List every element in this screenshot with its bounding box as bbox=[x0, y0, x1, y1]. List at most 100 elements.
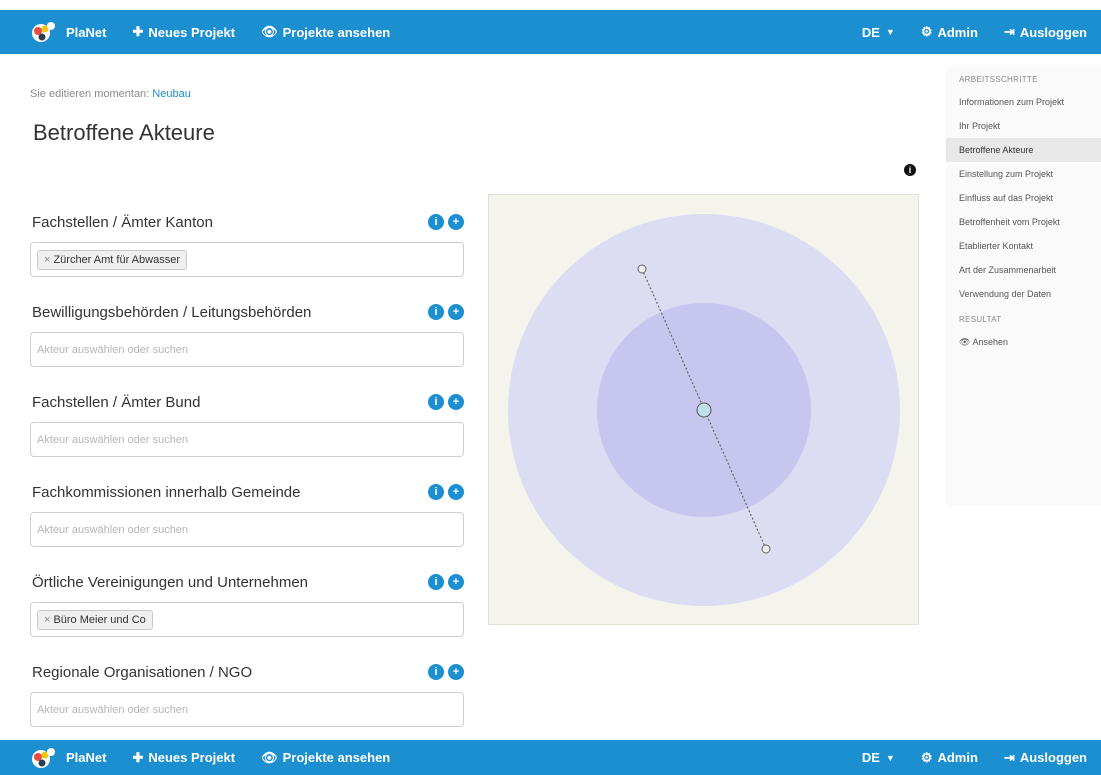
logout-link[interactable]: ⇥ Ausloggen bbox=[1004, 24, 1087, 40]
add-circle-icon[interactable]: + bbox=[448, 214, 464, 230]
sidebar-item[interactable]: Informationen zum Projekt bbox=[946, 90, 1101, 114]
view-projects-link[interactable]: 👁 Projekte ansehen bbox=[261, 750, 390, 766]
select-placeholder: Akteur auswählen oder suchen bbox=[37, 343, 189, 356]
group-actions: i + bbox=[424, 574, 464, 590]
sidebar-item[interactable]: Verwendung der Daten bbox=[946, 282, 1101, 306]
admin-label: Admin bbox=[937, 24, 978, 40]
admin-label: Admin bbox=[937, 750, 978, 765]
plus-icon: ✚ bbox=[132, 24, 144, 39]
brand-name: PlaNet bbox=[66, 24, 107, 40]
navbar-left: PlaNet ✚ Neues Projekt 👁 Projekte ansehe… bbox=[0, 10, 416, 54]
group-actions: i + bbox=[424, 664, 464, 680]
actor-tag[interactable]: × Zürcher Amt für Abwasser bbox=[37, 249, 187, 270]
actor-group: Örtliche Vereinigungen und Unternehmen i… bbox=[30, 564, 464, 654]
logout-icon: ⇥ bbox=[1003, 24, 1015, 39]
new-project-label: Neues Projekt bbox=[148, 24, 236, 40]
sidebar-view-link[interactable]: 👁 Ansehen bbox=[946, 330, 1101, 354]
sidebar-result-heading: RESULTAT bbox=[959, 315, 1002, 324]
language-label: DE bbox=[861, 24, 880, 40]
actor-select[interactable]: × Büro Meier und Co bbox=[30, 602, 464, 637]
add-circle-icon[interactable]: + bbox=[448, 394, 464, 410]
actor-group: Fachkommissionen innerhalb Gemeinde i + … bbox=[30, 474, 464, 564]
sidebar-item[interactable]: Etablierter Kontakt bbox=[946, 234, 1101, 258]
language-dropdown[interactable]: DE ▼ bbox=[862, 750, 895, 765]
add-circle-icon[interactable]: + bbox=[448, 484, 464, 500]
add-circle-icon[interactable]: + bbox=[448, 574, 464, 590]
editing-project-link[interactable]: Neubau bbox=[152, 88, 191, 100]
sidebar-item-active[interactable]: Betroffene Akteure bbox=[946, 138, 1101, 162]
workflow-sidebar: ARBEITSSCHRITTE Informationen zum Projek… bbox=[946, 66, 1101, 506]
add-circle-icon[interactable]: + bbox=[448, 304, 464, 320]
top-navbar: PlaNet ✚ Neues Projekt 👁 Projekte ansehe… bbox=[0, 10, 1101, 54]
group-label: Fachkommissionen innerhalb Gemeinde bbox=[32, 484, 301, 501]
sidebar-item[interactable]: Einstellung zum Projekt bbox=[946, 162, 1101, 186]
group-actions: i + bbox=[424, 484, 464, 500]
brand-link[interactable]: PlaNet bbox=[30, 20, 106, 44]
info-icon[interactable]: i bbox=[428, 484, 444, 500]
language-dropdown[interactable]: DE ▼ bbox=[862, 25, 895, 40]
view-label: Ansehen bbox=[972, 337, 1008, 347]
info-icon[interactable]: i bbox=[428, 304, 444, 320]
group-actions: i + bbox=[424, 304, 464, 320]
info-icon[interactable]: i bbox=[428, 214, 444, 230]
planet-logo-icon bbox=[30, 20, 58, 44]
plus-icon: ✚ bbox=[132, 749, 144, 765]
info-icon[interactable]: i bbox=[428, 664, 444, 680]
info-icon[interactable]: i bbox=[428, 394, 444, 410]
actor-group: Bewilligungsbehörden / Leitungsbehörden … bbox=[30, 294, 464, 384]
navbar-right: DE ▼ ⚙ Admin ⇥ Ausloggen bbox=[836, 10, 1101, 54]
actor-select[interactable]: Akteur auswählen oder suchen bbox=[30, 332, 464, 367]
new-project-link[interactable]: ✚ Neues Projekt bbox=[132, 24, 235, 40]
navbar-right: DE ▼ ⚙ Admin ⇥ Ausloggen bbox=[836, 740, 1101, 775]
logout-label: Ausloggen bbox=[1019, 750, 1087, 765]
center-node[interactable] bbox=[696, 402, 712, 418]
add-circle-icon[interactable]: + bbox=[448, 664, 464, 680]
actor-group: Fachstellen / Ämter Kanton i + × Zürcher … bbox=[30, 204, 464, 294]
actor-select[interactable]: × Zürcher Amt für Abwasser bbox=[30, 242, 464, 277]
actor-select[interactable]: Akteur auswählen oder suchen bbox=[30, 512, 464, 547]
actor-group: Fachstellen / Ämter Bund i + Akteur ausw… bbox=[30, 384, 464, 474]
view-projects-label: Projekte ansehen bbox=[282, 750, 391, 765]
select-placeholder: Akteur auswählen oder suchen bbox=[37, 433, 189, 446]
page-title: Betroffene Akteure bbox=[33, 120, 215, 145]
group-actions: i + bbox=[424, 214, 464, 230]
brand-link[interactable]: PlaNet bbox=[30, 746, 106, 770]
remove-tag-icon[interactable]: × bbox=[44, 614, 50, 626]
brand-name: PlaNet bbox=[66, 750, 107, 765]
axis-handle-bottom[interactable] bbox=[761, 544, 771, 554]
eye-icon: 👁 bbox=[959, 337, 971, 347]
select-placeholder: Akteur auswählen oder suchen bbox=[37, 703, 189, 716]
editing-prefix: Sie editieren momentan: bbox=[30, 88, 150, 100]
logout-link[interactable]: ⇥ Ausloggen bbox=[1004, 750, 1087, 766]
group-label: Bewilligungsbehörden / Leitungsbehörden bbox=[32, 304, 312, 321]
group-label: Regionale Organisationen / NGO bbox=[32, 664, 253, 681]
sidebar-item[interactable]: Ihr Projekt bbox=[946, 114, 1101, 138]
remove-tag-icon[interactable]: × bbox=[44, 254, 50, 266]
logout-label: Ausloggen bbox=[1019, 24, 1087, 40]
main-content: Sie editieren momentan: Neubau Betroffen… bbox=[30, 54, 940, 740]
axis-handle-top[interactable] bbox=[637, 264, 647, 274]
gear-icon: ⚙ bbox=[920, 24, 933, 39]
eye-icon: 👁 bbox=[261, 749, 278, 765]
sidebar-item[interactable]: Art der Zusammenarbeit bbox=[946, 258, 1101, 282]
caret-down-icon: ▼ bbox=[885, 27, 895, 37]
actor-select[interactable]: Akteur auswählen oder suchen bbox=[30, 692, 464, 727]
admin-link[interactable]: ⚙ Admin bbox=[921, 750, 978, 766]
eye-icon: 👁 bbox=[261, 24, 278, 39]
sidebar-item[interactable]: Betroffenheit vom Projekt bbox=[946, 210, 1101, 234]
actor-group: Regionale Organisationen / NGO i + Akteu… bbox=[30, 654, 464, 744]
actor-map-panel bbox=[488, 194, 919, 625]
group-actions: i + bbox=[424, 394, 464, 410]
tag-label: Büro Meier und Co bbox=[53, 613, 146, 626]
actor-select[interactable]: Akteur auswählen oder suchen bbox=[30, 422, 464, 457]
chart-info-icon[interactable]: i bbox=[904, 164, 916, 176]
navbar-left: PlaNet ✚ Neues Projekt 👁 Projekte ansehe… bbox=[0, 740, 416, 775]
view-projects-link[interactable]: 👁 Projekte ansehen bbox=[261, 24, 390, 40]
group-label: Fachstellen / Ämter Kanton bbox=[32, 214, 213, 231]
sidebar-item[interactable]: Einfluss auf das Projekt bbox=[946, 186, 1101, 210]
actor-tag[interactable]: × Büro Meier und Co bbox=[37, 609, 153, 630]
new-project-link[interactable]: ✚ Neues Projekt bbox=[132, 750, 235, 766]
admin-link[interactable]: ⚙ Admin bbox=[921, 24, 978, 40]
info-icon[interactable]: i bbox=[428, 574, 444, 590]
group-label: Fachstellen / Ämter Bund bbox=[32, 394, 201, 411]
